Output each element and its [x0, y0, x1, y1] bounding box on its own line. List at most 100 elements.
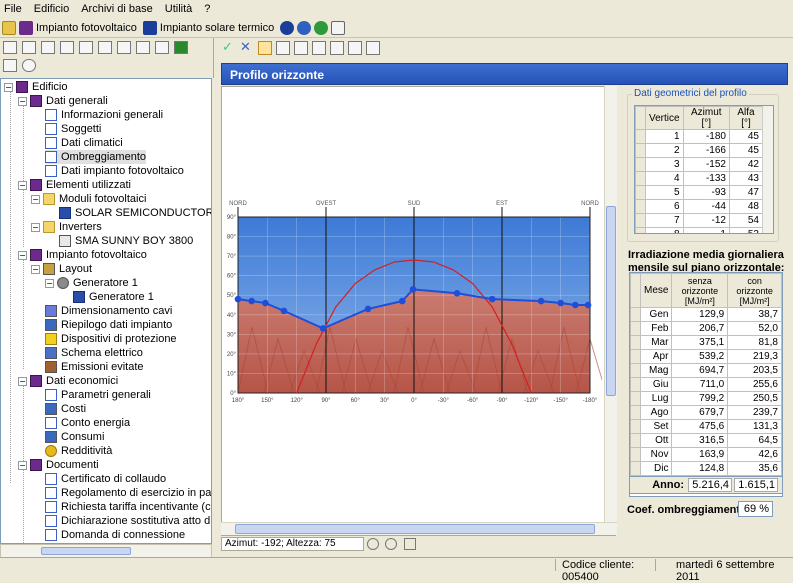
tree-node-modulo[interactable]: SOLAR SEMICONDUCTOR - SSI-S6-2	[59, 206, 211, 220]
tree-node-informazioni[interactable]: Informazioni generali	[45, 108, 163, 122]
tree-node-inverter[interactable]: SMA SUNNY BOY 3800	[59, 234, 193, 248]
row-header[interactable]	[635, 185, 646, 200]
solare-termico-button[interactable]: Impianto solare termico	[142, 20, 274, 35]
tree-node-parametri[interactable]: Parametri generali	[45, 388, 151, 402]
tree-node-dimensionamento[interactable]: Dimensionamento cavi	[45, 304, 172, 318]
geo-cell[interactable]: 47	[728, 185, 764, 200]
collapse-icon[interactable]: −	[18, 376, 27, 386]
collapse-icon[interactable]: −	[18, 180, 27, 190]
tree-node-domanda[interactable]: Domanda di connessione	[45, 528, 185, 542]
tree-node-inverters[interactable]: − Inverters	[31, 220, 102, 234]
tree-node-dati-economici[interactable]: − Dati economici	[18, 374, 118, 388]
collapse-icon[interactable]: −	[18, 96, 27, 106]
pen-icon[interactable]	[312, 41, 326, 55]
document-icon[interactable]	[41, 40, 55, 54]
geo-row[interactable]: 6 -44 48	[635, 199, 764, 214]
chart-vertical-scrollbar[interactable]	[604, 86, 617, 522]
irrad-row[interactable]: Set 475,6 131,3	[630, 419, 782, 434]
geo-cell[interactable]: -152	[682, 157, 730, 172]
tree-node-conto[interactable]: Conto energia	[45, 416, 130, 430]
irrad-row[interactable]: Ago 679,7 239,7	[630, 405, 782, 420]
confirm-icon[interactable]: ✓	[222, 40, 236, 55]
row-header[interactable]	[635, 157, 646, 172]
menu-file[interactable]: File	[4, 3, 22, 15]
irrad-header-mese[interactable]: Mese	[639, 273, 673, 308]
tree-node-consumi[interactable]: Consumi	[45, 430, 104, 444]
tree-node-elementi[interactable]: − Elementi utilizzati	[18, 178, 131, 192]
fotovoltaico-button[interactable]: Impianto fotovoltaico	[19, 20, 137, 35]
mail-icon[interactable]	[331, 20, 346, 35]
tree-horizontal-scrollbar[interactable]	[0, 544, 212, 558]
row-header[interactable]	[630, 321, 641, 336]
tree-node-riepilogo[interactable]: Riepilogo dati impianto	[45, 318, 172, 332]
tree-node-dispositivi[interactable]: Dispositivi di protezione	[45, 332, 177, 346]
row-header[interactable]	[630, 391, 641, 406]
geo-cell[interactable]: 8	[645, 227, 684, 233]
tree-node-dati-climatici[interactable]: Dati climatici	[45, 136, 123, 150]
menu-utilita[interactable]: Utilità	[165, 3, 193, 15]
geo-header-vertice[interactable]: Vertice	[645, 106, 684, 130]
irrad-row[interactable]: Mar 375,1 81,8	[630, 335, 782, 350]
collapse-icon[interactable]: −	[31, 194, 40, 204]
irrad-row[interactable]: Nov 163,9 42,6	[630, 447, 782, 462]
irrad-row[interactable]: Giu 711,0 255,6	[630, 377, 782, 392]
geo-cell[interactable]: 45	[728, 143, 764, 158]
geo-row[interactable]: 8-153	[635, 227, 764, 233]
row-header[interactable]	[630, 461, 641, 476]
geo-cell[interactable]: -166	[682, 143, 730, 158]
geo-cell[interactable]: 43	[728, 171, 764, 186]
row-header[interactable]	[630, 349, 641, 364]
row-header[interactable]	[635, 213, 646, 228]
geo-scrollbar[interactable]	[762, 106, 773, 233]
row-header[interactable]	[630, 363, 641, 378]
row-header[interactable]	[635, 199, 646, 214]
collapse-icon[interactable]: −	[4, 82, 13, 92]
geo-cell[interactable]: 7	[645, 213, 684, 228]
geo-row[interactable]: 2 -166 45	[635, 143, 764, 158]
irrad-row[interactable]: Feb 206,7 52,0	[630, 321, 782, 336]
row-header[interactable]	[630, 447, 641, 462]
add-icon[interactable]	[3, 40, 17, 54]
geo-cell[interactable]: 3	[645, 157, 684, 172]
tree-node-dati-generali[interactable]: − Dati generali	[18, 94, 108, 108]
delete-icon[interactable]	[60, 40, 74, 54]
open-folder-icon[interactable]	[2, 20, 16, 35]
geo-header-azimut[interactable]: Azimut [°]	[682, 106, 730, 130]
arrow-up-icon[interactable]	[136, 40, 150, 54]
link-icon[interactable]	[117, 40, 131, 54]
zoom-out-icon[interactable]	[385, 538, 397, 550]
menu-edificio[interactable]: Edificio	[34, 3, 69, 15]
geo-cell[interactable]: -93	[682, 185, 730, 200]
arrow-down-icon[interactable]	[155, 40, 169, 54]
geo-row[interactable]: 1 -180 45	[635, 129, 764, 144]
collapse-icon[interactable]: −	[18, 250, 27, 260]
geo-row[interactable]: 7 -12 54	[635, 213, 764, 228]
row-header[interactable]	[630, 433, 641, 448]
row-header[interactable]	[630, 335, 641, 350]
irrad-row[interactable]: Ott 316,5 64,5	[630, 433, 782, 448]
chart-horizontal-scrollbar[interactable]	[221, 522, 617, 535]
spellcheck-icon[interactable]	[366, 41, 380, 55]
info-icon[interactable]	[280, 20, 295, 35]
irrad-row[interactable]: Lug 799,2 250,5	[630, 391, 782, 406]
row-header[interactable]	[635, 129, 646, 144]
trash-icon[interactable]	[348, 41, 362, 55]
tree-node-certificato[interactable]: Certificato di collaudo	[45, 472, 166, 486]
fit-icon[interactable]	[404, 538, 416, 550]
geo-cell[interactable]: 54	[728, 213, 764, 228]
geo-cell[interactable]: -1	[682, 227, 730, 233]
tree-node-edificio[interactable]: − Edificio	[4, 80, 67, 94]
irrad-row[interactable]: Apr 539,2 219,3	[630, 349, 782, 364]
pointer-icon[interactable]	[258, 41, 272, 55]
copy-icon[interactable]	[79, 40, 93, 54]
image-icon[interactable]	[330, 41, 344, 55]
zoom-in-icon[interactable]	[367, 538, 379, 550]
menu-help[interactable]: ?	[204, 3, 210, 15]
tree-node-emissioni[interactable]: Emissioni evitate	[45, 360, 144, 374]
collapse-icon[interactable]: −	[18, 460, 27, 470]
tree-node-schema[interactable]: Schema elettrico	[45, 346, 143, 360]
tree-node-regolamento[interactable]: Regolamento di esercizio in parallelo co…	[45, 486, 211, 500]
geo-cell[interactable]: -180	[682, 129, 730, 144]
row-header[interactable]	[630, 419, 641, 434]
tree-node-redditivita[interactable]: Redditività	[45, 444, 112, 458]
